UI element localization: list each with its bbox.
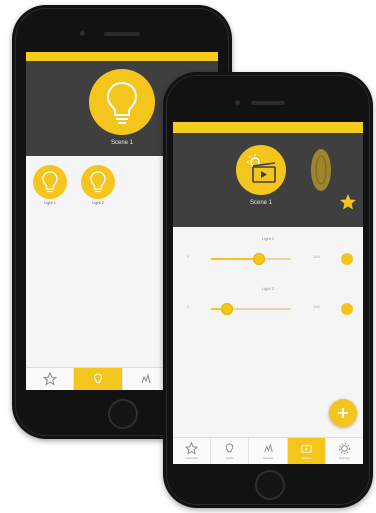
light-card-2[interactable]: Light 2	[79, 165, 117, 205]
nav-lights[interactable]: Lights	[211, 438, 250, 464]
scene-header: Scene 1	[173, 133, 363, 227]
bulb-icon	[106, 81, 138, 124]
light-2-label: Light 2	[261, 286, 274, 291]
nav-scenes-label: Scenes	[263, 456, 274, 460]
light-2-slider[interactable]	[211, 303, 291, 315]
favorite-button[interactable]	[339, 193, 357, 211]
light-1-control: Light 1 0 100	[173, 232, 363, 277]
add-button[interactable]	[329, 399, 357, 427]
status-bar	[26, 52, 218, 61]
front-phone: Scene 1 Light 1 0 100 Light 2 0 100 Favo…	[163, 72, 373, 508]
star-icon	[340, 194, 356, 210]
star-icon	[185, 442, 199, 455]
settings-icon	[339, 443, 350, 454]
nav-scene-mode-label: Scenes	[301, 456, 312, 460]
star-icon	[42, 372, 57, 386]
nav-lights[interactable]	[74, 368, 123, 390]
bulb-icon	[42, 171, 58, 193]
scene-icon	[263, 443, 273, 453]
light-1-slider-fill	[211, 258, 259, 260]
light-2-toggle[interactable]	[341, 303, 353, 315]
home-button	[255, 470, 285, 500]
nav-scene-mode[interactable]: Scenes	[287, 438, 326, 464]
plus-icon	[338, 408, 348, 418]
scene-icon	[247, 154, 276, 183]
speaker-grille	[251, 101, 285, 105]
light-1-slider[interactable]	[211, 253, 291, 265]
front-bottom-nav: Favorites Lights Scenes Scenes Settings	[173, 437, 363, 464]
nav-favorites[interactable]: Favorites	[173, 438, 212, 464]
status-bar	[173, 122, 363, 133]
light-1-label: Light 1	[43, 200, 56, 205]
nav-settings[interactable]: Settings	[326, 438, 363, 464]
front-camera	[80, 31, 85, 36]
nav-lights-label: Lights	[225, 456, 234, 460]
light-1-label: Light 1	[261, 236, 274, 241]
scene-title: Scene 1	[249, 200, 273, 206]
light-strip-icon	[315, 155, 327, 185]
scene-icon	[141, 373, 151, 384]
nav-favorites-label: Favorites	[185, 456, 198, 460]
bulb-icon	[93, 373, 102, 383]
light-1-slider-knob[interactable]	[253, 253, 265, 265]
light-2-control: Light 2 0 100	[173, 282, 363, 327]
light-2-min-label: 0	[187, 304, 190, 309]
light-2-button[interactable]	[81, 165, 115, 199]
nav-settings-label: Settings	[338, 456, 350, 460]
light-card-1[interactable]: Light 1	[31, 165, 69, 205]
bulb-icon	[90, 171, 106, 193]
light-1-toggle[interactable]	[341, 253, 353, 265]
nav-scenes[interactable]: Scenes	[249, 438, 288, 464]
front-camera	[235, 100, 240, 105]
secondary-scene-button[interactable]	[311, 149, 331, 191]
home-button	[108, 399, 138, 429]
light-2-slider-knob[interactable]	[221, 303, 233, 315]
light-1-max-label: 100	[313, 254, 320, 259]
light-2-max-label: 100	[313, 304, 320, 309]
nav-favorites[interactable]	[26, 368, 75, 390]
front-phone-screen: Scene 1 Light 1 0 100 Light 2 0 100 Favo…	[173, 122, 363, 464]
light-1-button[interactable]	[33, 165, 67, 199]
scene-light-button[interactable]	[89, 69, 155, 135]
light-2-label: Light 2	[91, 200, 104, 205]
light-1-min-label: 0	[187, 254, 190, 259]
speaker-grille	[104, 32, 140, 36]
bulb-icon	[226, 443, 234, 453]
film-icon	[301, 445, 312, 453]
scene-button[interactable]	[236, 145, 286, 195]
